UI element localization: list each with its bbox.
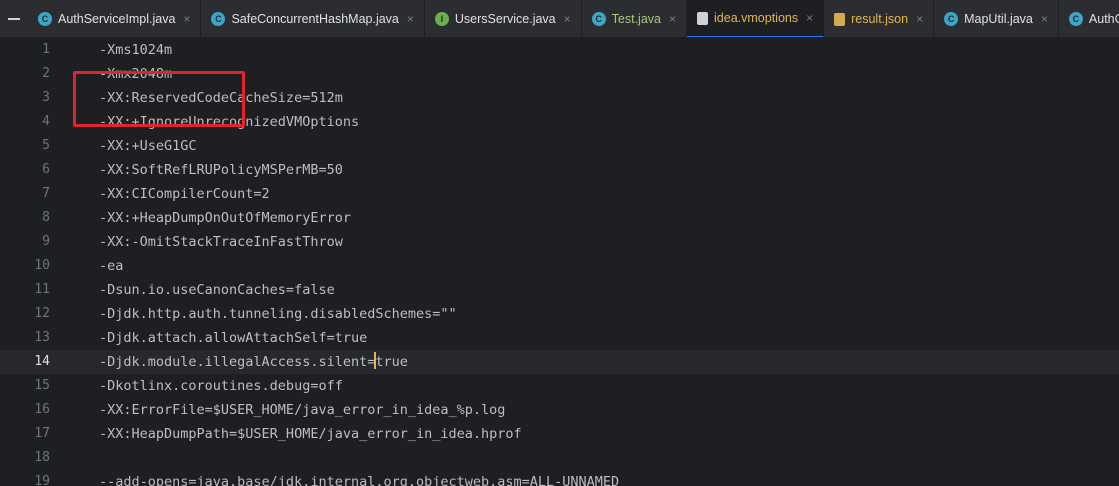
line-number: 16 — [34, 402, 50, 417]
line-number: 2 — [42, 66, 50, 81]
editor-tab-bar: AuthServiceImpl.java×SafeConcurrentHashM… — [0, 0, 1119, 38]
tab-usersservice-java[interactable]: UsersService.java × — [425, 0, 582, 37]
line-number: 4 — [42, 114, 50, 129]
tab-label: MapUtil.java — [964, 12, 1033, 26]
editor-line[interactable]: 8 -XX:+HeapDumpOnOutOfMemoryError — [0, 206, 1119, 230]
code-text[interactable]: -ea — [99, 254, 123, 278]
editor-line[interactable]: 7 -XX:CICompilerCount=2 — [0, 182, 1119, 206]
code-editor[interactable]: 1 -Xms1024m 2 -Xmx2048m 3 -XX:ReservedCodeCac… — [0, 38, 1119, 486]
editor-line[interactable]: 15 -Dkotlinx.coroutines.debug=off — [0, 374, 1119, 398]
tab-label: Test.java — [611, 12, 661, 26]
tab-label: AuthServiceImpl.java — [58, 12, 176, 26]
editor-line[interactable]: 16 -XX:ErrorFile=$USER_HOME/java_error_in… — [0, 398, 1119, 422]
java-class-icon — [1068, 12, 1083, 26]
editor-line[interactable]: 1 -Xms1024m — [0, 38, 1119, 62]
code-text[interactable]: -Djdk.module.illegalAccess.silent=true — [99, 350, 408, 374]
tab-idea-vmoptions[interactable]: idea.vmoptions × — [687, 0, 825, 37]
tab-label: result.json — [851, 12, 909, 26]
close-tab-icon[interactable]: × — [407, 12, 414, 26]
editor-line[interactable]: 14 -Djdk.module.illegalAccess.silent=true — [0, 350, 1119, 374]
java-class-icon — [944, 12, 959, 26]
editor-line[interactable]: 12 -Djdk.http.auth.tunneling.disabledSche… — [0, 302, 1119, 326]
tab-label: SafeConcurrentHashMap.java — [231, 12, 399, 26]
line-number: 17 — [34, 426, 50, 441]
line-number: 6 — [42, 162, 50, 177]
json-file-icon — [834, 12, 846, 26]
line-number: 13 — [34, 330, 50, 345]
close-tab-icon[interactable]: × — [1041, 12, 1048, 26]
minus-icon — [8, 18, 20, 20]
code-text[interactable]: -Djdk.attach.allowAttachSelf=true — [99, 326, 367, 350]
editor-line[interactable]: 6 -XX:SoftRefLRUPolicyMSPerMB=50 — [0, 158, 1119, 182]
tab-authcontroller-java[interactable]: AuthController.java× — [1059, 0, 1119, 37]
red-annotation-box — [73, 71, 245, 127]
tab-safeconcurrenthashmap-java[interactable]: SafeConcurrentHashMap.java × — [201, 0, 425, 37]
line-number: 8 — [42, 210, 50, 225]
editor-line[interactable]: 9 -XX:-OmitStackTraceInFastThrow — [0, 230, 1119, 254]
code-text[interactable]: -Dkotlinx.coroutines.debug=off — [99, 374, 343, 398]
editor-line[interactable]: 5 -XX:+UseG1GC — [0, 134, 1119, 158]
text-file-icon — [697, 11, 709, 25]
code-text[interactable]: --add-opens=java.base/jdk.internal.org.o… — [99, 470, 619, 486]
collapse-panel-button[interactable] — [0, 0, 28, 37]
tab-label: UsersService.java — [454, 12, 556, 26]
editor-line[interactable]: 11 -Dsun.io.useCanonCaches=false — [0, 278, 1119, 302]
line-number: 7 — [42, 186, 50, 201]
tab-result-json[interactable]: result.json × — [824, 0, 935, 37]
tab-test-java[interactable]: Test.java × — [582, 0, 688, 37]
line-number: 5 — [42, 138, 50, 153]
close-tab-icon[interactable]: × — [669, 12, 676, 26]
line-number: 1 — [42, 42, 50, 57]
line-number: 3 — [42, 90, 50, 105]
code-text[interactable]: -XX:+HeapDumpOnOutOfMemoryError — [99, 206, 351, 230]
tab-authserviceimpl-java[interactable]: AuthServiceImpl.java × — [28, 0, 202, 37]
code-text[interactable]: -XX:ErrorFile=$USER_HOME/java_error_in_i… — [99, 398, 505, 422]
code-text[interactable]: -XX:CICompilerCount=2 — [99, 182, 270, 206]
code-text[interactable]: -Djdk.http.auth.tunneling.disabledScheme… — [99, 302, 457, 326]
code-text[interactable]: -Dsun.io.useCanonCaches=false — [99, 278, 335, 302]
line-number: 10 — [34, 258, 50, 273]
code-text[interactable]: -XX:+UseG1GC — [99, 134, 197, 158]
tab-strip: AuthServiceImpl.java×SafeConcurrentHashM… — [28, 0, 1119, 37]
editor-line[interactable]: 18 — [0, 446, 1119, 470]
line-number: 14 — [34, 354, 50, 369]
editor-line[interactable]: 19 --add-opens=java.base/jdk.internal.org… — [0, 470, 1119, 486]
close-tab-icon[interactable]: × — [183, 12, 190, 26]
java-runnable-icon — [591, 12, 606, 26]
tab-label: AuthController.java — [1088, 12, 1119, 26]
editor-line[interactable]: 13 -Djdk.attach.allowAttachSelf=true — [0, 326, 1119, 350]
code-text[interactable]: -XX:-OmitStackTraceInFastThrow — [99, 230, 343, 254]
line-number: 11 — [34, 282, 50, 297]
tab-maputil-java[interactable]: MapUtil.java × — [934, 0, 1059, 37]
line-number: 12 — [34, 306, 50, 321]
editor-line[interactable]: 10 -ea — [0, 254, 1119, 278]
close-tab-icon[interactable]: × — [916, 12, 923, 26]
tab-label: idea.vmoptions — [714, 11, 799, 25]
line-number: 19 — [34, 474, 50, 486]
java-class-icon — [38, 12, 52, 26]
line-number: 18 — [34, 450, 50, 465]
code-text[interactable]: -XX:HeapDumpPath=$USER_HOME/java_error_i… — [99, 422, 522, 446]
java-interface-icon — [434, 12, 449, 26]
code-text[interactable]: -Xms1024m — [99, 38, 172, 62]
java-class-icon — [211, 12, 226, 26]
line-number: 9 — [42, 234, 50, 249]
line-number: 15 — [34, 378, 50, 393]
editor-line[interactable]: 17 -XX:HeapDumpPath=$USER_HOME/java_error… — [0, 422, 1119, 446]
code-text[interactable]: -XX:SoftRefLRUPolicyMSPerMB=50 — [99, 158, 343, 182]
close-tab-icon[interactable]: × — [564, 12, 571, 26]
close-tab-icon[interactable]: × — [806, 11, 813, 25]
